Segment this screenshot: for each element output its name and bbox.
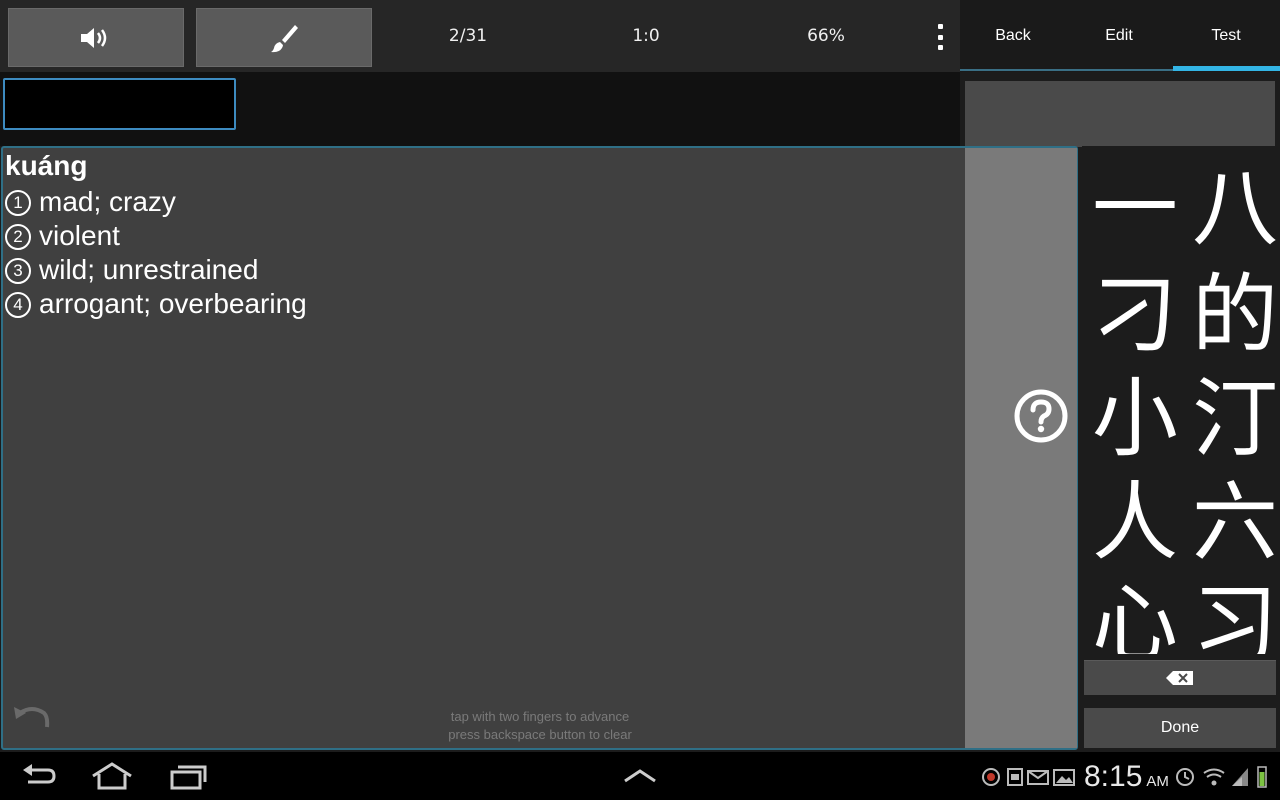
definition-item: 3 wild; unrestrained [5,254,258,286]
tab-edit[interactable]: Edit [1066,0,1172,72]
definition-item: 4 arrogant; overbearing [5,288,307,320]
back-nav-icon[interactable] [20,764,58,790]
card-progress: 2/31 [448,26,488,46]
clock-time: 8:15 [1084,760,1143,793]
candidate-char[interactable]: 心 [1090,580,1180,654]
home-nav-icon[interactable] [90,762,134,790]
recent-apps-icon[interactable] [168,764,208,790]
candidate-char[interactable]: 人 [1090,478,1180,568]
definition-text: mad; crazy [39,186,176,217]
candidate-header [965,81,1275,147]
definition-text: arrogant; overbearing [39,288,307,319]
backspace-button[interactable] [1084,660,1276,695]
candidate-char[interactable]: 的 [1190,270,1280,360]
tab-back[interactable]: Back [960,0,1066,72]
help-question-icon[interactable] [1013,388,1069,444]
candidate-char[interactable]: 习 [1190,580,1280,654]
answer-input[interactable] [3,78,236,130]
clock-ampm: AM [1146,773,1169,790]
candidate-row: 一八 [1090,164,1280,254]
candidate-row: 人六 [1090,478,1280,568]
overflow-menu-icon[interactable] [930,24,950,50]
candidate-row: 小汀 [1090,374,1280,464]
candidate-row: 刁的 [1090,270,1280,360]
score-counter: 1:0 [632,26,660,46]
candidate-char[interactable]: 六 [1190,478,1280,568]
chevron-up-icon[interactable] [622,768,658,784]
tab-test[interactable]: Test [1173,0,1279,72]
definition-item: 2 violent [5,220,120,252]
hint-clear: press backspace button to clear [448,727,632,742]
reveal-strip[interactable] [965,148,1077,748]
definition-text: wild; unrestrained [39,254,259,285]
notification-icons [982,768,1075,786]
pinyin-text: kuáng [5,150,88,181]
backspace-icon [1166,671,1193,685]
definition-number: 1 [5,190,31,216]
candidate-char[interactable]: 一 [1090,164,1180,254]
definition-card[interactable] [1,146,1078,750]
undo-icon[interactable] [12,703,50,731]
candidate-char[interactable]: 汀 [1190,374,1280,464]
speak-button[interactable] [8,8,184,67]
definition-number: 3 [5,258,31,284]
definition-number: 4 [5,292,31,318]
draw-button[interactable] [196,8,372,67]
candidate-char[interactable]: 刁 [1090,270,1180,360]
candidate-row: 心习 [1090,580,1280,654]
tab-active-indicator [1173,66,1280,71]
definition-text: violent [39,220,120,251]
definition-number: 2 [5,224,31,250]
candidate-row-clip: 心习 [1082,580,1280,654]
candidate-char[interactable]: 小 [1090,374,1180,464]
system-status-icons [1176,766,1267,788]
speaker-icon [81,27,107,48]
hint-advance: tap with two fingers to advance [450,709,630,724]
brush-icon [271,24,298,52]
candidate-char[interactable]: 八 [1190,164,1280,254]
accuracy-percent: 66% [807,26,845,46]
definition-item: 1 mad; crazy [5,186,176,218]
done-button[interactable]: Done [1084,708,1276,748]
status-clock: 8:15 AM [1084,760,1169,794]
